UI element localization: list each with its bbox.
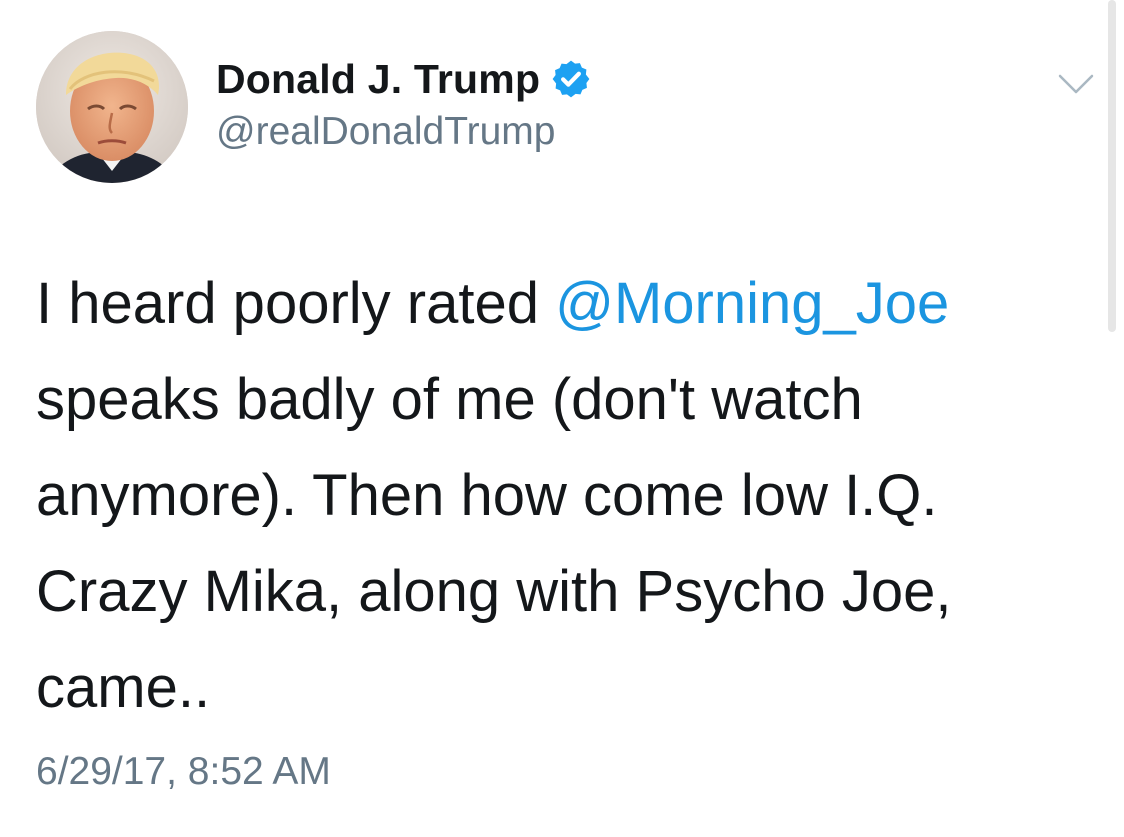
avatar[interactable]	[36, 31, 188, 183]
author-handle[interactable]: @realDonaldTrump	[216, 110, 555, 154]
tweet-text-start: I heard poorly rated	[36, 271, 556, 336]
verified-badge-icon	[550, 58, 592, 100]
tweet-text-rest: speaks badly of me (don't watch anymore)…	[36, 367, 952, 720]
avatar-image	[36, 31, 188, 183]
chevron-down-icon[interactable]	[1056, 68, 1096, 98]
tweet-card: Donald J. Trump @realDonaldTrump I heard…	[0, 0, 1124, 837]
scrollbar[interactable]	[1108, 0, 1116, 332]
mention-link[interactable]: @Morning_Joe	[555, 271, 949, 336]
author-name-row: Donald J. Trump	[216, 52, 592, 106]
tweet-timestamp[interactable]: 6/29/17, 8:52 AM	[36, 750, 331, 794]
tweet-text: I heard poorly rated @Morning_Joe speaks…	[36, 256, 1046, 736]
author-display-name[interactable]: Donald J. Trump	[216, 56, 540, 103]
